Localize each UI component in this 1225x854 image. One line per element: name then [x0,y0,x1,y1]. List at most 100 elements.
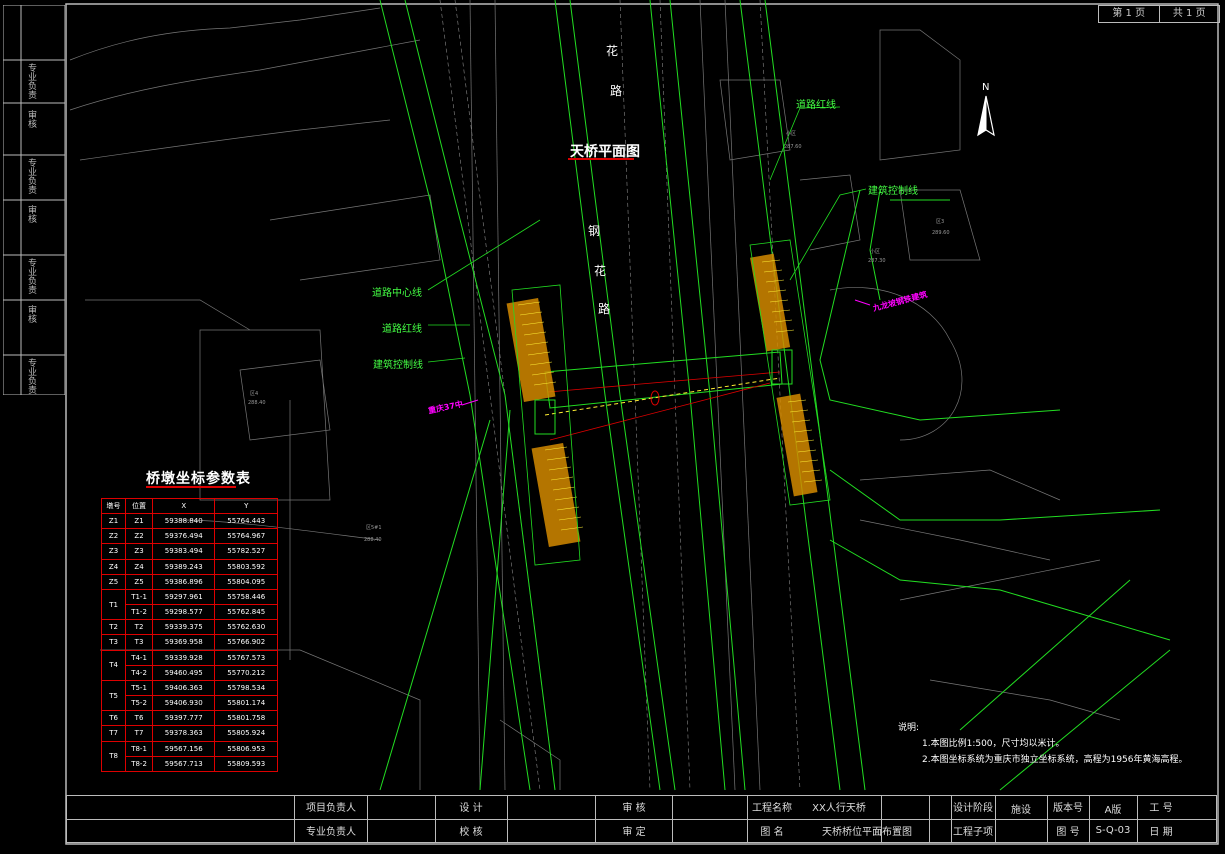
road-center-line-label: 道路中心线 [372,288,422,299]
table-cell: Z1 [100,512,127,530]
north-arrow-icon [977,95,995,137]
date-label: 日 期 [1149,827,1173,838]
parcel-value: 288.40 [364,537,382,543]
road-name-char: 路 [598,302,611,316]
table-cell: 59378.363 [151,725,216,742]
notes-line: 1.本图比例1:500，尺寸均以米计。 [922,739,1065,749]
table-row: T4-2 59460.495 55770.212 [102,664,278,681]
building-control-label-left: 建筑控制线 [373,360,423,371]
road-name-char: 花 [594,264,607,278]
table-cell: Z2 [125,528,153,545]
table-row: Z1 Z1 59388.840 55764.443 [100,512,278,530]
table-cell: 59389.243 [151,558,216,575]
version-label: 版本号 [1053,803,1083,814]
table-cell: 59376.494 [151,528,216,545]
table-cell: 55804.095 [214,573,278,590]
table-cell: T5 [100,679,127,712]
table-cell: 55770.212 [214,664,278,681]
table-cell: T2 [125,619,153,636]
table-cell: 59397.777 [151,710,216,727]
table-cell: Z5 [100,573,127,590]
table-row: Z3 Z3 59383.494 55782.527 [100,543,278,560]
table-cell: Z3 [125,543,153,560]
parcel-name: 区3 [936,219,945,225]
table-cell: T5-1 [125,679,153,697]
table-cell: T6 [100,710,127,727]
table-row: T5-2 59406.930 55801.174 [102,695,278,712]
table-cell: 59339.375 [151,619,216,636]
table-cell: T5-2 [125,695,153,712]
review-label: 审 核 [622,803,646,814]
table-cell: T3 [100,634,127,651]
drawing-no-label: 图 号 [1056,827,1080,838]
bridge-deck [506,239,831,566]
table-cell: 59297.961 [151,588,216,606]
coord-table-header: 墩号 位置 X Y [100,498,278,514]
table-cell: 59369.958 [151,634,216,651]
discipline-lead-label: 专业负责人 [306,827,356,838]
road-red-line-label-left: 道路红线 [382,324,422,335]
parcel-value: 289.60 [932,230,950,236]
table-cell: 55764.967 [214,528,278,545]
design-stage: 施设 [1011,805,1031,816]
table-cell: 55809.593 [214,755,278,773]
table-row: T1-2 59298.577 55762.845 [102,604,278,621]
job-no-label: 工 号 [1149,803,1173,814]
table-cell: 59567.156 [151,740,216,757]
strip-cell: 专业负责 [26,358,36,394]
table-cell: T1-1 [125,588,153,606]
table-cell: T4-1 [125,649,153,666]
title-block: 项目负责人 专业负责人 设 计 校 核 审 核 审 定 工程名称 XX人行天桥 … [66,795,1217,843]
parcel-name: 区4 [250,391,259,397]
parcel-value: 287.30 [868,258,886,264]
table-row: Z4 Z4 59389.243 55803.592 [100,558,278,575]
header-cell: 位置 [125,498,153,514]
table-cell: 59388.840 [151,512,216,530]
coord-table-title-underline [146,486,236,488]
table-cell: T3 [125,634,153,651]
strip-cell: 审核 [26,205,36,223]
header-cell: Y [214,498,278,514]
road-red-lines [379,0,1171,791]
notes-line: 2.本图坐标系统为重庆市独立坐标系统，高程为1956年黄海高程。 [922,755,1188,765]
notes-heading: 说明: [898,723,920,733]
table-row: T4 T4-1 59339.928 55767.573 [100,649,278,681]
notes: 说明: 1.本图比例1:500，尺寸均以米计。 2.本图坐标系统为重庆市独立坐标… [898,720,1188,768]
table-cell: 55766.902 [214,634,278,651]
table-cell: T6 [125,710,153,727]
parcel-name: 小区 [786,131,797,137]
drawing-name: 天桥桥位平面布置图 [822,827,912,838]
table-cell: 59460.495 [151,664,216,681]
north-label: N [982,82,990,93]
parcel-value: 288.40 [248,400,266,406]
strip-cell: 专业负责 [26,63,36,99]
table-cell: Z1 [125,512,153,530]
table-cell: 59406.930 [151,695,216,712]
table-row: T5 T5-1 59406.363 55798.534 [100,679,278,712]
strip-cell: 审核 [26,110,36,128]
table-cell: 55801.174 [214,695,278,712]
table-cell: T4-2 [125,664,153,681]
parcel-name: 小区 [870,249,881,255]
table-row: Z5 Z5 59386.896 55804.095 [100,573,278,590]
table-cell: 59406.363 [151,679,216,697]
page-current: 第 1 页 [1112,8,1146,19]
coord-table-title: 桥墩坐标参数表 [146,471,251,487]
table-cell: 55805.924 [214,725,278,742]
table-row: Z2 Z2 59376.494 55764.967 [100,528,278,545]
strip-cell: 审核 [26,305,36,323]
parcel-name: 区5#1 [366,525,382,531]
table-cell: 55782.527 [214,543,278,560]
drawing-no: S-Q-03 [1095,825,1131,836]
plan-title-underline [568,158,634,160]
table-cell: 55758.446 [214,588,278,606]
road-red-line-label-right: 道路红线 [796,100,836,111]
coord-table: 墩号 位置 X Y Z1 Z1 59388.840 55764.443 Z2 Z2 5937… [100,498,278,773]
table-cell: Z2 [100,528,127,545]
road-name-char: 花 [606,44,619,58]
table-cell: T4 [100,649,127,681]
table-cell: T2 [100,619,127,636]
road-name-char: 钢 [588,224,601,238]
table-row: T2 T2 59339.375 55762.630 [100,619,278,636]
table-cell: Z5 [125,573,153,590]
